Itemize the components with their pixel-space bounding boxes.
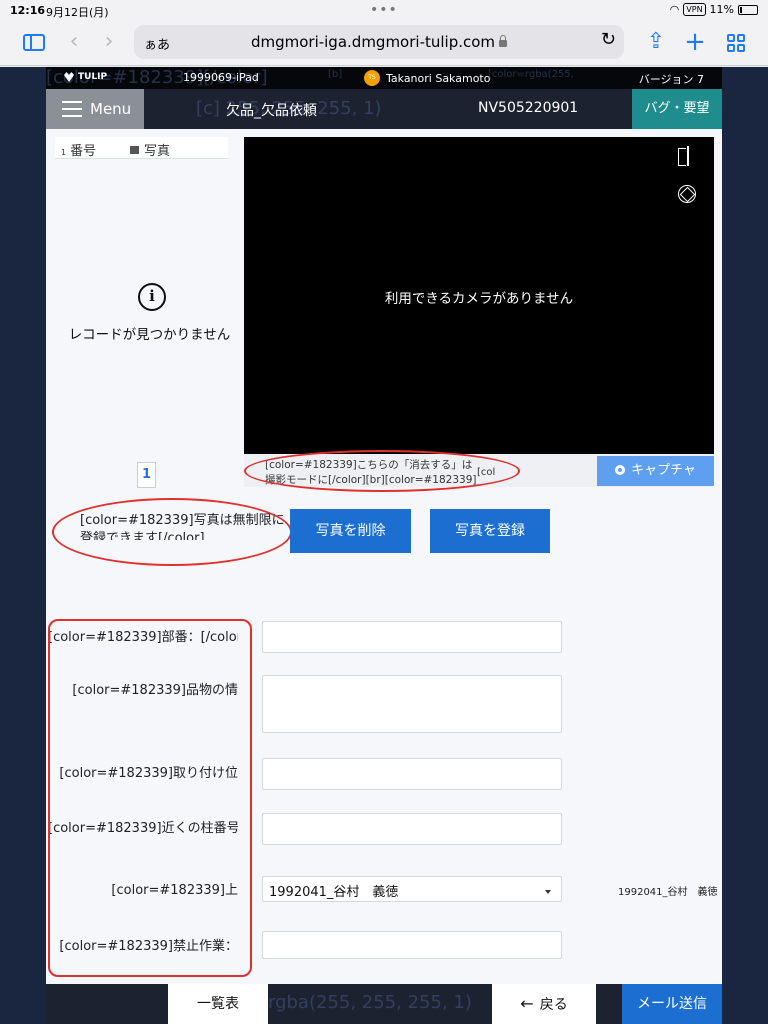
dept-input[interactable] [262, 621, 562, 653]
lock-icon [499, 35, 508, 47]
back-button[interactable]: ← 戻る [492, 984, 596, 1024]
delete-photo-button[interactable]: 写真を削除 [290, 509, 411, 553]
sidebar-toggle-icon[interactable] [20, 28, 48, 56]
pillar-number-label: [color=#182339]近くの柱番号 [48, 821, 238, 836]
rotate-camera-icon[interactable] [678, 185, 696, 203]
url-text-wrap: dmgmori-iga.dmgmori-tulip.com [134, 33, 624, 51]
mirror-icon[interactable] [678, 146, 696, 166]
status-indicators: ◠ VPN 11% [670, 3, 758, 16]
screen: 12:16 9月12日(月) ••• ◠ VPN 11% ‹ › ぁあ dmgm… [0, 0, 768, 1024]
sort-index: 1 [61, 148, 67, 157]
menu-button[interactable]: Menu [46, 89, 144, 129]
forbidden-work-label: [color=#182339]禁止作業： [59, 939, 238, 954]
back-label: 戻る [539, 997, 568, 1013]
info-icon: i [138, 283, 166, 311]
photo-note: [color=#182339]写真は無制限に登録できます[/color] [80, 513, 285, 540]
battery-icon [738, 4, 758, 15]
forward-arrow-icon[interactable]: › [95, 28, 123, 56]
battery-percent: 11% [709, 3, 734, 16]
item-info-label: [color=#182339]品物の情 [72, 683, 238, 698]
status-date: 9月12日(月) [46, 6, 109, 19]
tab-overview-icon[interactable] [722, 28, 750, 56]
mount-position-label: [color=#182339]取り付け位 [59, 766, 238, 781]
column-number-label: 番号 [70, 144, 97, 159]
record-table-body: i レコードが見つかりません [55, 159, 244, 459]
list-button[interactable]: 一覧表 [168, 984, 268, 1024]
empty-message: レコードが見つかりません [68, 327, 231, 343]
tulip-logo: TULIP [64, 72, 107, 82]
camera-view: 利用できるカメラがありません [244, 137, 714, 454]
ios-status-bar: 12:16 9月12日(月) ••• ◠ VPN 11% [0, 0, 768, 22]
brand-label: TULIP [78, 72, 108, 82]
status-time: 12:16 [10, 4, 46, 17]
capture-button[interactable]: キャプチャ [597, 456, 714, 486]
wifi-icon: ◠ [669, 3, 680, 16]
arrow-left-icon: ← [520, 994, 534, 1013]
avatar: TS [364, 70, 380, 86]
station-name: 1999069-iPad [183, 71, 259, 84]
camera-note: [color=#182339]こちらの「消去する」は撮影モードに[/color]… [265, 459, 477, 486]
supervisor-selected: 1992041_谷村 義徳 [269, 885, 399, 900]
forbidden-work-input[interactable] [262, 931, 562, 959]
camera-note-cut: [col [477, 467, 495, 478]
url-text: dmgmori-iga.dmgmori-tulip.com [250, 33, 496, 51]
bottom-bar: rgba(255, 255, 255, 1) 一覧表 ← 戻る メール送信 [46, 984, 722, 1024]
page-title: 欠品_欠品依頼 [226, 103, 317, 119]
share-icon[interactable]: ⇪ [642, 28, 670, 56]
browser-toolbar: ‹ › ぁあ dmgmori-iga.dmgmori-tulip.com ↻ ⇪… [0, 22, 768, 66]
supervisor-display: 1992041_谷村 義徳 [618, 887, 718, 898]
ghost-text-bold: [b] [328, 69, 343, 80]
vpn-badge: VPN [683, 3, 706, 16]
capture-label: キャプチャ [631, 463, 696, 478]
supervisor-label: [color=#182339]上 [111, 883, 238, 898]
image-icon [130, 146, 139, 154]
menu-label: Menu [90, 100, 132, 118]
send-mail-button[interactable]: メール送信 [622, 984, 722, 1024]
camera-icon [615, 465, 626, 475]
user-info: TS Takanori Sakamoto [364, 70, 490, 86]
tulip-icon [64, 72, 74, 82]
register-photo-button[interactable]: 写真を登録 [430, 509, 550, 553]
item-info-textarea[interactable] [262, 675, 562, 733]
reload-icon[interactable]: ↻ [601, 29, 616, 50]
app-nav-bar: Menu [c] 255, 255, 255, 1) 欠品_欠品依頼 NV505… [46, 89, 722, 129]
highlight-rect-form-labels [48, 619, 252, 977]
page-margin-left [0, 67, 46, 1024]
pillar-number-input[interactable] [262, 813, 562, 845]
ghost-text-footer: rgba(255, 255, 255, 1) [268, 992, 472, 1013]
column-photo[interactable]: 写真 [130, 140, 170, 159]
mount-position-input[interactable] [262, 758, 562, 790]
bug-report-button[interactable]: バグ・要望 [632, 89, 722, 129]
dept-label: [color=#182339]部番：[/color] [48, 630, 238, 645]
column-number[interactable]: 1 番号 [61, 140, 96, 159]
app-version: バージョン 7 [638, 73, 704, 86]
hamburger-icon [62, 101, 82, 117]
no-camera-message: 利用できるカメラがありません [384, 291, 574, 307]
app-header-bar: [color=#182339][/color] TULIP 1999069-iP… [46, 67, 722, 89]
address-bar[interactable]: ぁあ dmgmori-iga.dmgmori-tulip.com ↻ [134, 25, 624, 59]
user-name: Takanori Sakamoto [386, 71, 491, 85]
page-margin-right [722, 67, 768, 1024]
supervisor-select[interactable]: 1992041_谷村 義徳 [262, 876, 562, 902]
column-photo-label: 写真 [144, 144, 171, 159]
page-button[interactable]: 1 [137, 462, 156, 488]
new-tab-icon[interactable]: + [681, 28, 709, 56]
order-number: NV505220901 [478, 100, 579, 116]
tulip-app: [color=#182339][/color] TULIP 1999069-iP… [46, 67, 722, 1024]
multitask-dots-icon[interactable]: ••• [370, 2, 398, 18]
ghost-text-color: [color=rgba(255, [488, 69, 574, 80]
back-arrow-icon[interactable]: ‹ [60, 28, 88, 56]
record-table-header: 1 番号 写真 [55, 137, 228, 159]
